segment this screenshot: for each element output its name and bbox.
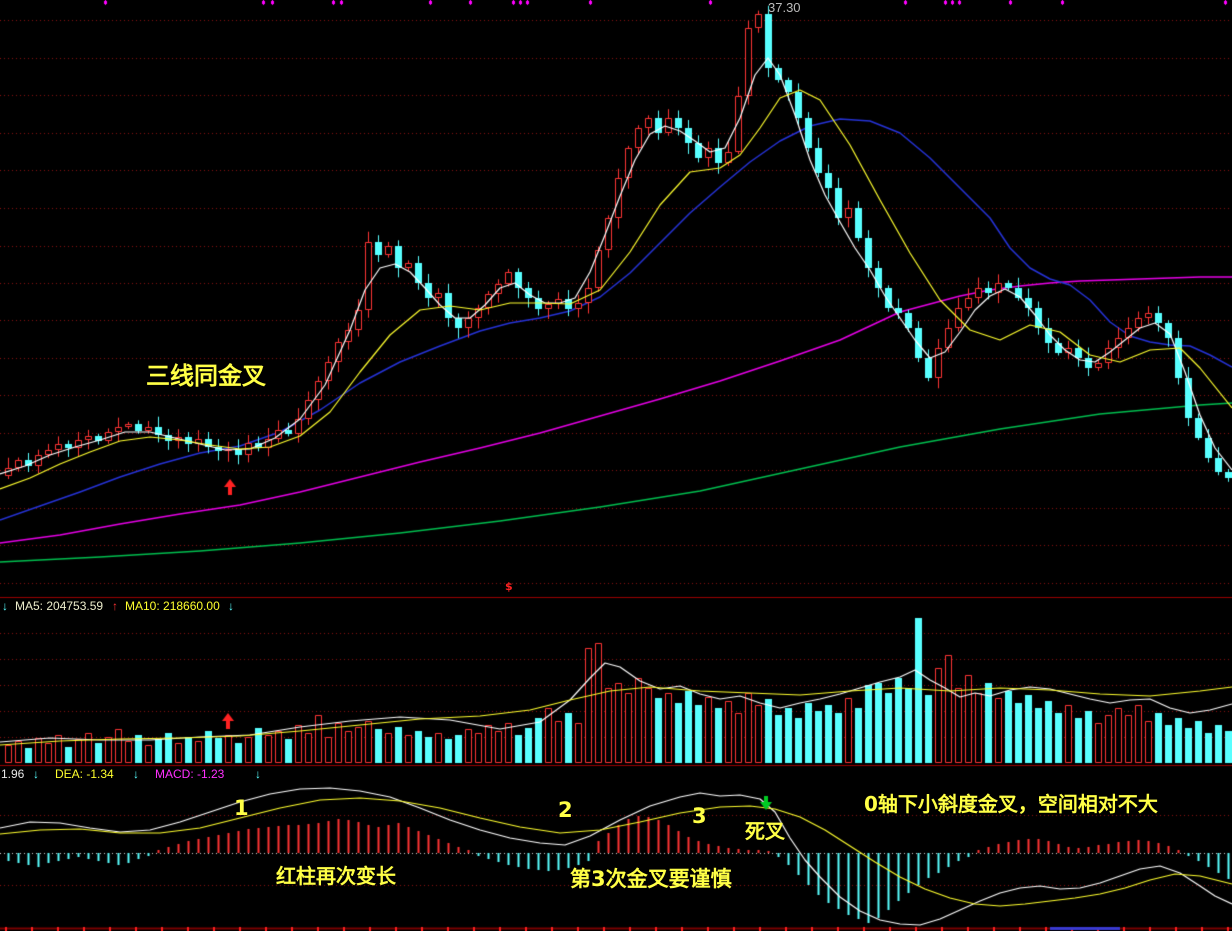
golden-cross-annotation: 三线同金叉 bbox=[146, 364, 266, 388]
macd-annotation-1: 1 bbox=[234, 798, 249, 819]
macd-annotation-3: 3 bbox=[692, 806, 707, 827]
below-axis-annotation: 0轴下小斜度金叉，空间相对不大 bbox=[864, 794, 1158, 814]
third-golden-cross-annotation: 第3次金叉要谨慎 bbox=[570, 869, 732, 890]
volume-ma10-label: MA10: 218660.00 bbox=[125, 600, 220, 612]
volume-ma5-label: MA5: 204753.59 bbox=[15, 600, 103, 612]
macd-value: MACD: -1.23 bbox=[155, 768, 224, 780]
macd-annotation-2: 2 bbox=[558, 800, 573, 821]
stock-chart-app: 37.30 三线同金叉 $ ↓ MA5: 204753.59 ↑ MA10: 2… bbox=[0, 0, 1232, 931]
divider-dollar-mark: $ bbox=[505, 581, 513, 592]
peak-price-label: 37.30 bbox=[768, 1, 801, 14]
down-arrow-icon: ↓ bbox=[133, 768, 139, 780]
up-arrow-icon: ↑ bbox=[112, 600, 118, 612]
death-cross-annotation: 死叉 bbox=[745, 821, 785, 841]
macd-dea-value: DEA: -1.34 bbox=[55, 768, 114, 780]
macd-dif-value: 1.96 bbox=[1, 768, 24, 780]
red-column-annotation: 红柱再次变长 bbox=[276, 866, 396, 886]
down-arrow-icon: ↓ bbox=[33, 768, 39, 780]
down-arrow-icon: ↓ bbox=[228, 600, 234, 612]
down-arrow-icon: ↓ bbox=[255, 768, 261, 780]
down-arrow-icon: ↓ bbox=[2, 600, 8, 612]
